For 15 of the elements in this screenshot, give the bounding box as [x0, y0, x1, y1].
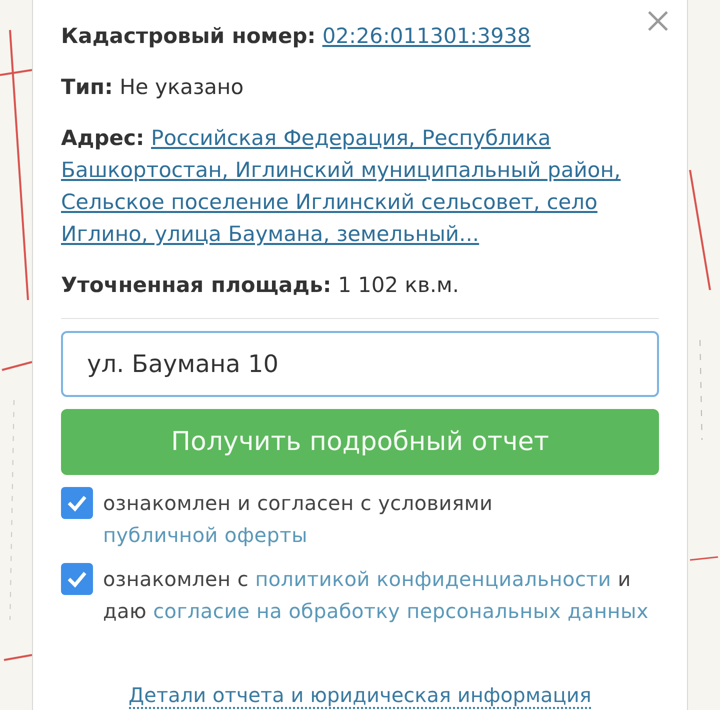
agreement-link[interactable]: публичной оферты: [103, 523, 308, 547]
address-input[interactable]: ул. Баумана 10: [61, 331, 659, 397]
info-line: Тип: Не указано: [61, 74, 245, 101]
agreement-link[interactable]: политикой конфиденциальности: [255, 567, 612, 591]
close-icon[interactable]: [647, 10, 669, 32]
agreement-link[interactable]: согласие на обработку персональных данных: [153, 599, 649, 623]
submit-button[interactable]: Получить подробный отчет: [61, 409, 659, 475]
agreement-text: ознакомлен и согласен с условиями публичной оферты: [103, 490, 494, 549]
agreement-checkbox[interactable]: [61, 487, 93, 519]
info-line: Адрес: Российская Федерация, Республика Башкортостан, Иглинский муниципальный район, Сельское поселение Иглинский сельсовет, село Иглино, улица Баумана, земельный...: [61, 125, 622, 248]
agreement-text: ознакомлен с политикой конфиденциальности и даю согласие на обработку персональных данных: [103, 566, 650, 625]
report-details-link[interactable]: Детали отчета и юридическая информация: [128, 683, 592, 709]
agreement-checkbox[interactable]: [61, 563, 93, 595]
info-line: Уточненная площадь: 1 102 кв.м.: [61, 272, 460, 299]
info-line: Кадастровый номер: 02:26:011301:3938: [61, 23, 532, 50]
